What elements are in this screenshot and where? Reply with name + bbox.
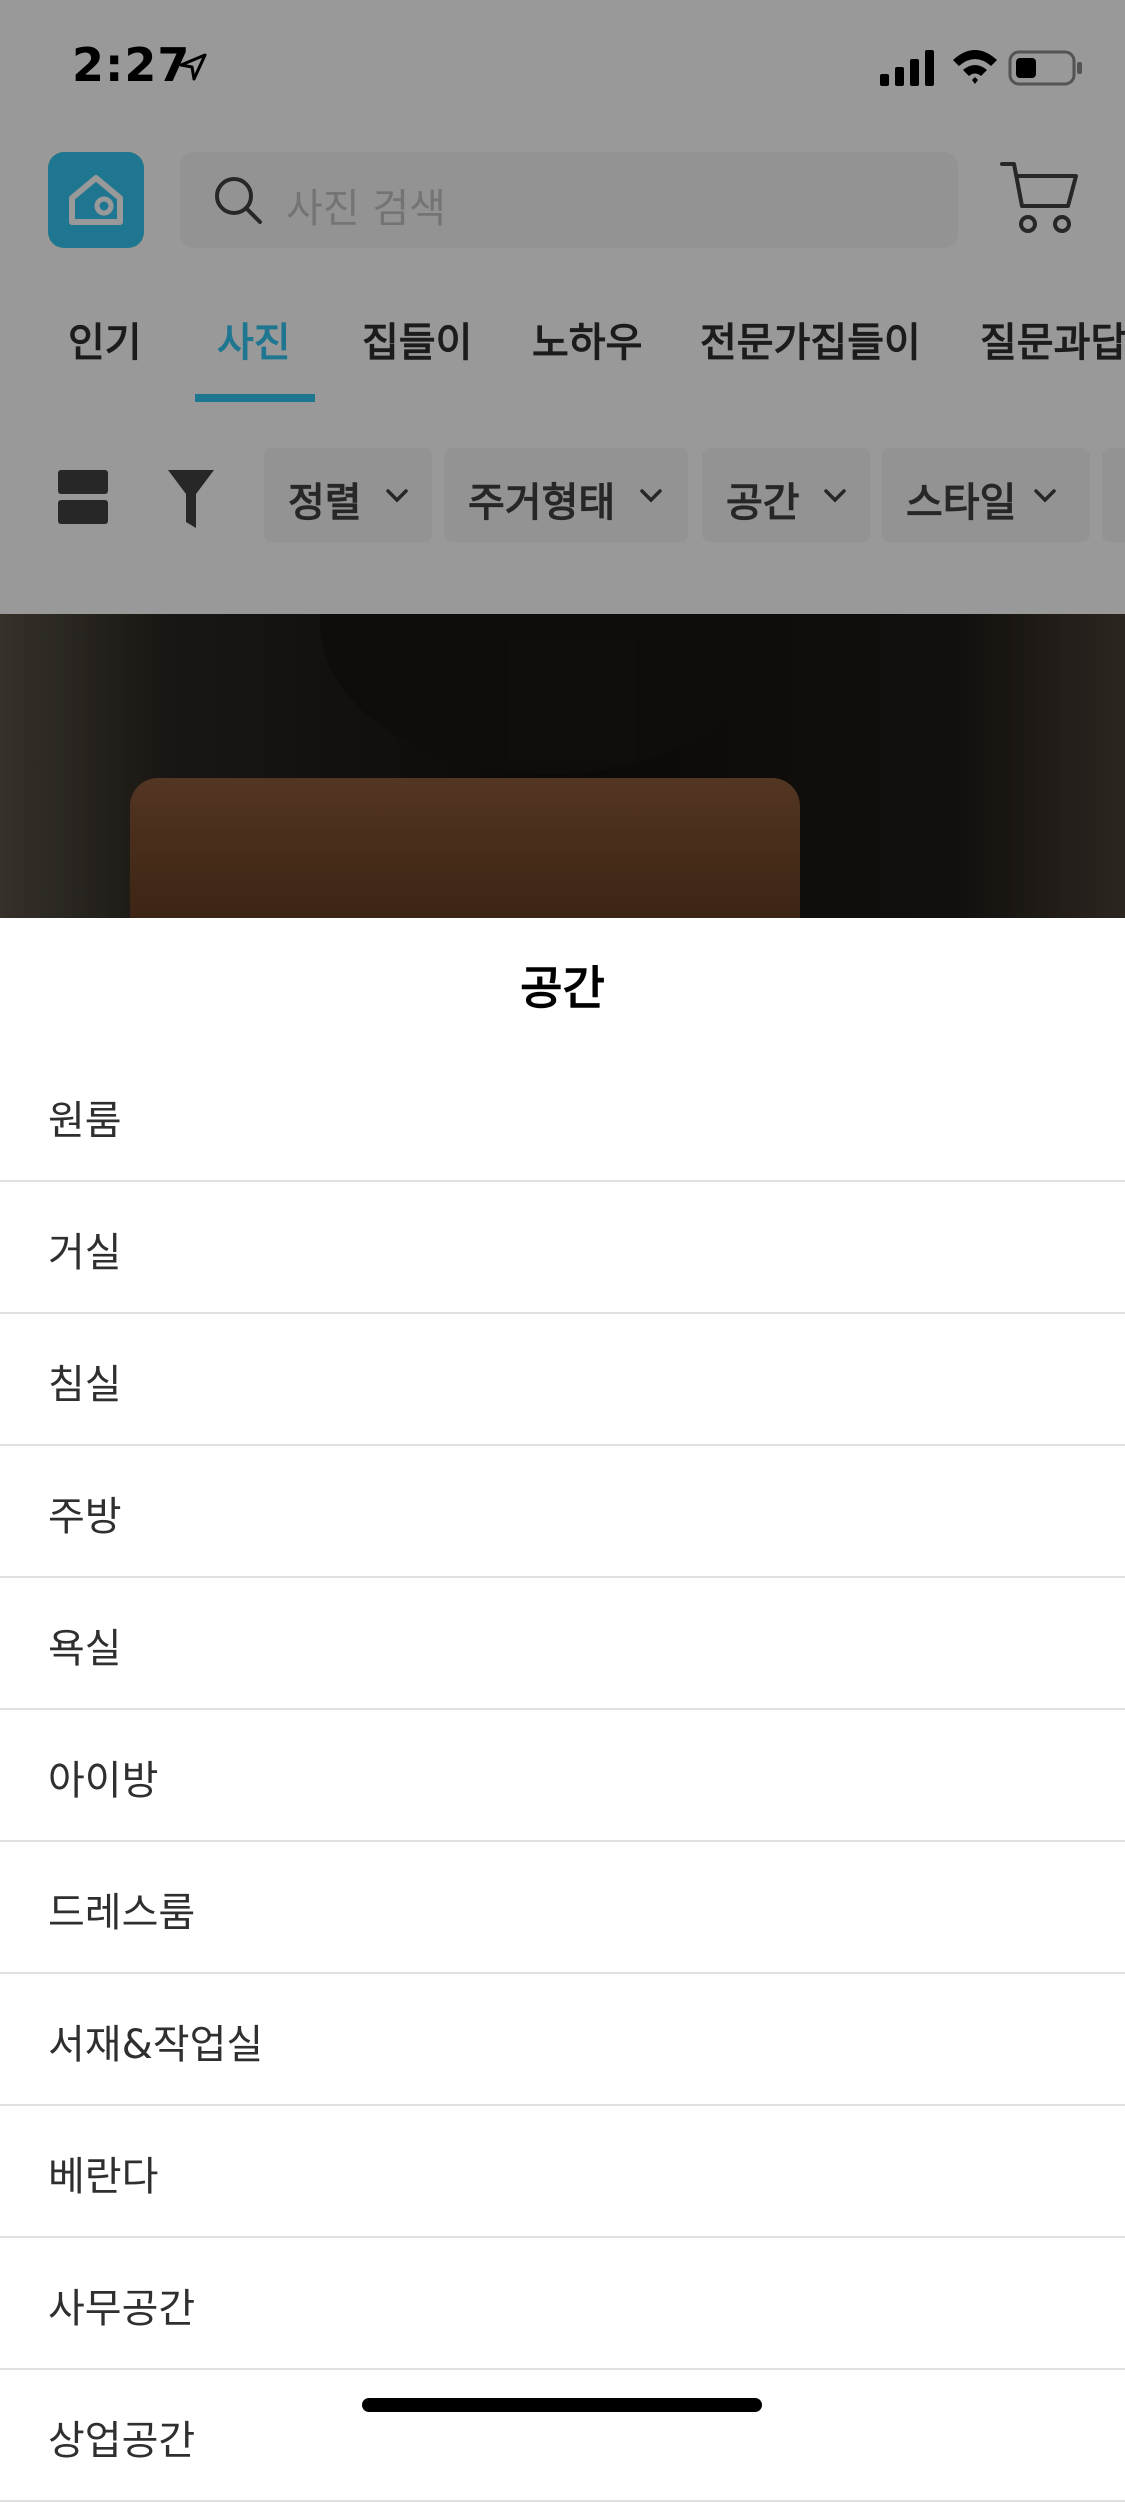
option-label: 드레스룸 xyxy=(48,1890,196,1936)
option-item[interactable]: 아이방 xyxy=(0,1710,1125,1842)
option-item[interactable]: 상업공간 xyxy=(0,2370,1125,2502)
option-label: 서재&작업실 xyxy=(48,2022,264,2068)
option-item[interactable]: 베란다 xyxy=(0,2106,1125,2238)
option-item[interactable]: 원룸 xyxy=(0,1050,1125,1182)
option-label: 아이방 xyxy=(48,1758,159,1804)
sheet-title: 공간 xyxy=(520,961,605,1015)
option-label: 상업공간 xyxy=(48,2418,196,2464)
option-label: 욕실 xyxy=(48,1626,122,1672)
modal-backdrop[interactable] xyxy=(0,0,1125,918)
option-item[interactable]: 침실 xyxy=(0,1314,1125,1446)
option-label: 주방 xyxy=(48,1494,122,1540)
option-label: 베란다 xyxy=(48,2154,159,2200)
space-selection-sheet: 공간 원룸 거실 침실 주방 욕실 아이방 드레스룸 서재&작업실 베란다 사무… xyxy=(0,918,1125,2502)
option-label: 침실 xyxy=(48,1362,122,1408)
option-label: 원룸 xyxy=(48,1098,122,1144)
space-options-list: 원룸 거실 침실 주방 욕실 아이방 드레스룸 서재&작업실 베란다 사무공간 … xyxy=(0,1050,1125,2502)
option-label: 사무공간 xyxy=(48,2286,196,2332)
home-indicator[interactable] xyxy=(362,2398,762,2412)
option-item[interactable]: 거실 xyxy=(0,1182,1125,1314)
option-item[interactable]: 사무공간 xyxy=(0,2238,1125,2370)
option-item[interactable]: 서재&작업실 xyxy=(0,1974,1125,2106)
option-item[interactable]: 주방 xyxy=(0,1446,1125,1578)
option-item[interactable]: 드레스룸 xyxy=(0,1842,1125,1974)
option-label: 거실 xyxy=(48,1230,122,1276)
app-screen: 2:27 사진 검색 인기 사진 집들이 노하우 전문가집들이 질문과답 정렬 … xyxy=(0,0,1125,2502)
option-item[interactable]: 욕실 xyxy=(0,1578,1125,1710)
